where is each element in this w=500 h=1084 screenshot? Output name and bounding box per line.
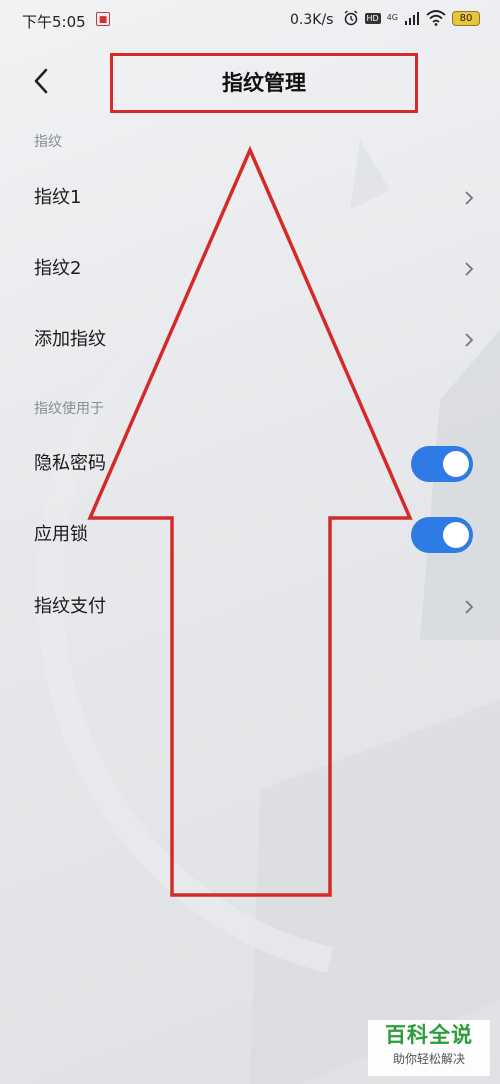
chevron-right-icon [465,262,474,276]
status-icons: HD 4G 80 [343,10,480,26]
alarm-clock-icon [344,10,357,26]
list-item-label: 隐私密码 [34,453,106,474]
watermark-subtitle: 助你轻松解决 [392,1052,465,1066]
section-label-fingerprint: 指纹 [34,134,62,150]
back-button[interactable] [28,66,58,96]
list-item-label: 添加指纹 [34,329,106,350]
list-item-fingerprint-pay[interactable]: 指纹支付 [0,580,500,634]
chevron-right-icon [465,333,474,347]
list-item-label: 指纹1 [34,187,82,208]
notification-icon: ■ [96,12,110,26]
hd-badge: HD [364,12,381,24]
signal-bars-icon [405,12,419,25]
watermark-title: 百科全说 [385,1023,473,1047]
battery-indicator: 80 [452,10,480,26]
list-item-label: 应用锁 [34,524,88,545]
network-type: 4G [386,13,398,22]
section-label-usage: 指纹使用于 [34,401,104,417]
network-speed: 0.3K/s [290,12,334,28]
chevron-right-icon [465,600,474,614]
privacy-password-toggle[interactable] [411,446,473,482]
watermark-logo: 百科全说 助你轻松解决 [368,1020,490,1076]
list-item-privacy-password: 隐私密码 [0,437,500,491]
chevron-right-icon [465,191,474,205]
status-time: 下午5:05 [22,13,86,31]
list-item-fingerprint-2[interactable]: 指纹2 [0,242,500,296]
list-item-label: 指纹2 [34,258,82,279]
list-item-label: 指纹支付 [34,596,106,617]
app-lock-toggle[interactable] [411,517,473,553]
toggle-knob [443,522,469,548]
chevron-left-icon [34,68,48,94]
list-item-fingerprint-1[interactable]: 指纹1 [0,171,500,225]
list-item-app-lock: 应用锁 [0,508,500,562]
list-item-add-fingerprint[interactable]: 添加指纹 [0,313,500,367]
status-bar: 下午5:05 ■ 0.3K/s HD 4G 80 [0,0,500,40]
wifi-icon [426,10,446,26]
toggle-knob [443,451,469,477]
title-highlight-box [110,53,418,113]
